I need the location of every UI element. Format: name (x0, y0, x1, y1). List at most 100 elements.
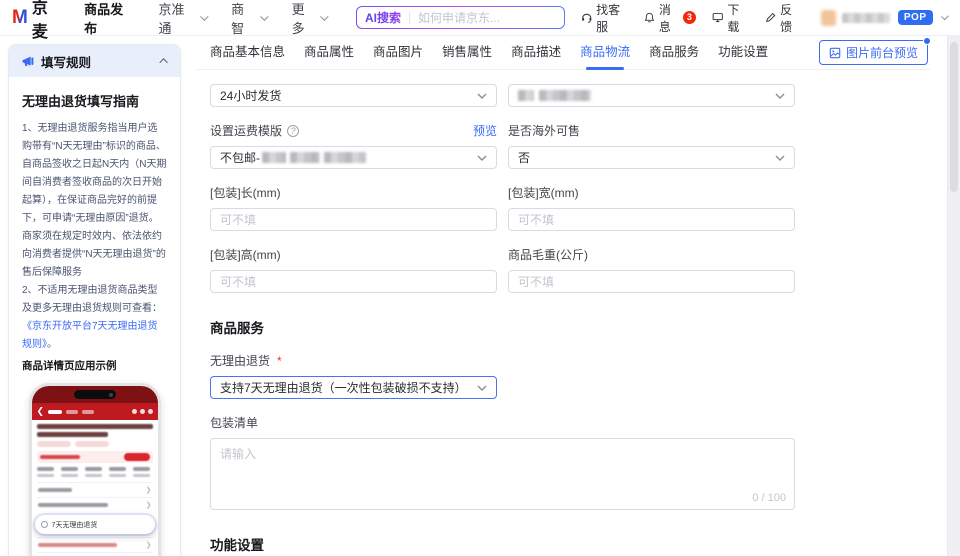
headset-icon (581, 13, 592, 23)
tab-attributes[interactable]: 商品属性 (304, 36, 354, 70)
freight-preview-link[interactable]: 预览 (473, 122, 497, 139)
bell-icon (644, 12, 655, 23)
function-section-heading: 功能设置 (210, 538, 264, 553)
tab-logistics[interactable]: 商品物流 (580, 36, 630, 70)
pop-badge: POP (897, 10, 933, 25)
phone-reviews-row: 买家评价 2000+ ❯ (36, 552, 153, 556)
spec-table-blur (36, 467, 153, 477)
phone-tab (48, 409, 63, 414)
user-avatar[interactable] (821, 9, 836, 26)
nav-item-more[interactable]: 更多 (292, 0, 329, 37)
tab-description[interactable]: 商品描述 (511, 36, 561, 70)
pkg-width-label: [包装]宽(mm) (508, 186, 579, 200)
tab-images[interactable]: 商品图片 (373, 36, 423, 70)
image-icon (829, 47, 841, 58)
chevron-down-icon (199, 11, 208, 21)
chevron-down-icon[interactable] (940, 12, 949, 21)
guide-paragraph-2: 2、不适用无理由退货商品类型及更多无理由退货规则可查看：《京东开放平台7天无理由… (22, 285, 162, 350)
pkg-length-input-wrap (210, 208, 497, 231)
jingmai-logo[interactable]: M 京麦 (12, 0, 62, 42)
ai-search-placeholder: 如何申请京东... (418, 11, 501, 25)
packing-list-textarea[interactable] (210, 438, 795, 510)
messages-badge: 3 (682, 11, 696, 24)
char-counter: 0 / 100 (752, 492, 786, 504)
phone-row-blur: ❯ (36, 537, 153, 552)
scrollbar-thumb[interactable] (950, 42, 958, 192)
service-section-heading: 商品服务 (210, 321, 264, 336)
pkg-length-input[interactable] (220, 212, 487, 227)
tab-function-settings[interactable]: 功能设置 (718, 36, 768, 70)
tab-basic-info[interactable]: 商品基本信息 (210, 36, 285, 70)
packing-list-label: 包装清单 (210, 416, 259, 430)
megaphone-icon (22, 56, 34, 66)
weight-input-wrap (508, 270, 795, 293)
pkg-height-input-wrap (210, 270, 497, 293)
chevron-down-icon (477, 385, 487, 391)
notification-dot (923, 37, 931, 45)
sidebar-title: 填写规则 (41, 55, 92, 70)
overseas-select[interactable]: 否 (508, 146, 795, 169)
guide-paragraph-1: 1、无理由退货服务指当用户选购带有“N天无理由”标识的商品、自商品签收之日起N天… (22, 123, 167, 278)
product-title-blur (36, 424, 153, 429)
nav-item-product-publish[interactable]: 商品发布 (84, 0, 132, 37)
fill-rules-sidebar: 填写规则 无理由退货填写指南 1、无理由退货服务指当用户选购带有“N天无理由”标… (8, 44, 181, 556)
user-name-redacted (841, 12, 890, 23)
download-button[interactable]: 下载 (712, 1, 749, 35)
chevron-down-icon (320, 11, 329, 21)
redacted-value (518, 90, 534, 101)
feedback-button[interactable]: 反馈 (765, 1, 802, 35)
delivery-time-select[interactable]: 24小时发货 (210, 84, 497, 107)
tab-sales-attrs[interactable]: 销售属性 (442, 36, 492, 70)
no-reason-return-select[interactable]: 支持7天无理由退货（一次性包装破损不支持） (210, 376, 497, 399)
pkg-width-input[interactable] (518, 212, 785, 227)
phone-notch (73, 390, 116, 399)
tab-services[interactable]: 商品服务 (649, 36, 699, 70)
freight-template-label: 设置运费模版 ? (210, 122, 300, 139)
product-title-blur (36, 432, 109, 437)
redacted-value (262, 152, 286, 163)
circle-icon (40, 521, 48, 528)
redacted-select[interactable] (508, 84, 795, 107)
support-button[interactable]: 找客服 (581, 1, 628, 35)
phone-row-blur: ❯ (36, 482, 153, 497)
phone-nav-icons (131, 409, 153, 414)
phone-highlight-pill: 7天无理由退货 (34, 515, 155, 534)
pkg-width-input-wrap (508, 208, 795, 231)
gift-banner-blur (36, 451, 153, 463)
example-caption: 商品详情页应用示例 (22, 360, 117, 372)
ai-search-button[interactable]: AI搜索 (357, 9, 409, 26)
guide-title: 无理由退货填写指南 (22, 94, 140, 109)
product-tabs: 商品基本信息 商品属性 商品图片 销售属性 商品描述 商品物流 商品服务 功能设… (196, 36, 931, 70)
back-arrow-icon: ❮ (36, 406, 45, 416)
nav-item-jingzhuntong[interactable]: 京准通 (159, 0, 208, 37)
image-preview-button[interactable]: 图片前台预览 (818, 37, 931, 65)
weight-label: 商品毛重(公斤) (508, 248, 588, 262)
pkg-length-label: [包装]长(mm) (210, 186, 281, 200)
logo-m-icon: M (12, 7, 28, 28)
freight-template-select[interactable]: 不包邮- (210, 146, 497, 169)
nav-item-shangzhi[interactable]: 商智 (231, 0, 269, 37)
collapse-chevron-up-icon[interactable] (159, 58, 168, 67)
help-question-icon[interactable]: ? (287, 124, 300, 137)
chevron-down-icon (260, 11, 269, 21)
phone-navbar: ❮ (31, 403, 158, 420)
chevron-down-icon (477, 93, 487, 99)
redacted-value (539, 90, 591, 101)
overseas-label: 是否海外可售 (508, 124, 581, 138)
pkg-height-input[interactable] (220, 274, 487, 289)
chevron-down-icon (775, 93, 785, 99)
phone-tab (66, 409, 79, 414)
weight-input[interactable] (518, 274, 785, 289)
scrollbar-track[interactable] (947, 36, 960, 556)
redacted-value (324, 152, 366, 163)
phone-row-blur: ❯ (36, 497, 153, 512)
ai-search-box[interactable]: AI搜索 如何申请京东... (356, 6, 565, 29)
logo-text: 京麦 (31, 0, 49, 41)
sidebar-header[interactable]: 填写规则 (9, 45, 180, 77)
main-content: 商品基本信息 商品属性 商品图片 销售属性 商品描述 商品物流 商品服务 功能设… (196, 36, 931, 556)
top-navbar: M 京麦 商品发布 京准通 商智 更多 AI搜索 如何申请京东... 找客服 消… (0, 0, 960, 41)
messages-button[interactable]: 消息 3 (644, 1, 696, 35)
chevron-down-icon (775, 155, 785, 161)
product-tags-blur (36, 441, 153, 447)
return-rules-link[interactable]: 《京东开放平台7天无理由退货规则》 (22, 321, 158, 350)
